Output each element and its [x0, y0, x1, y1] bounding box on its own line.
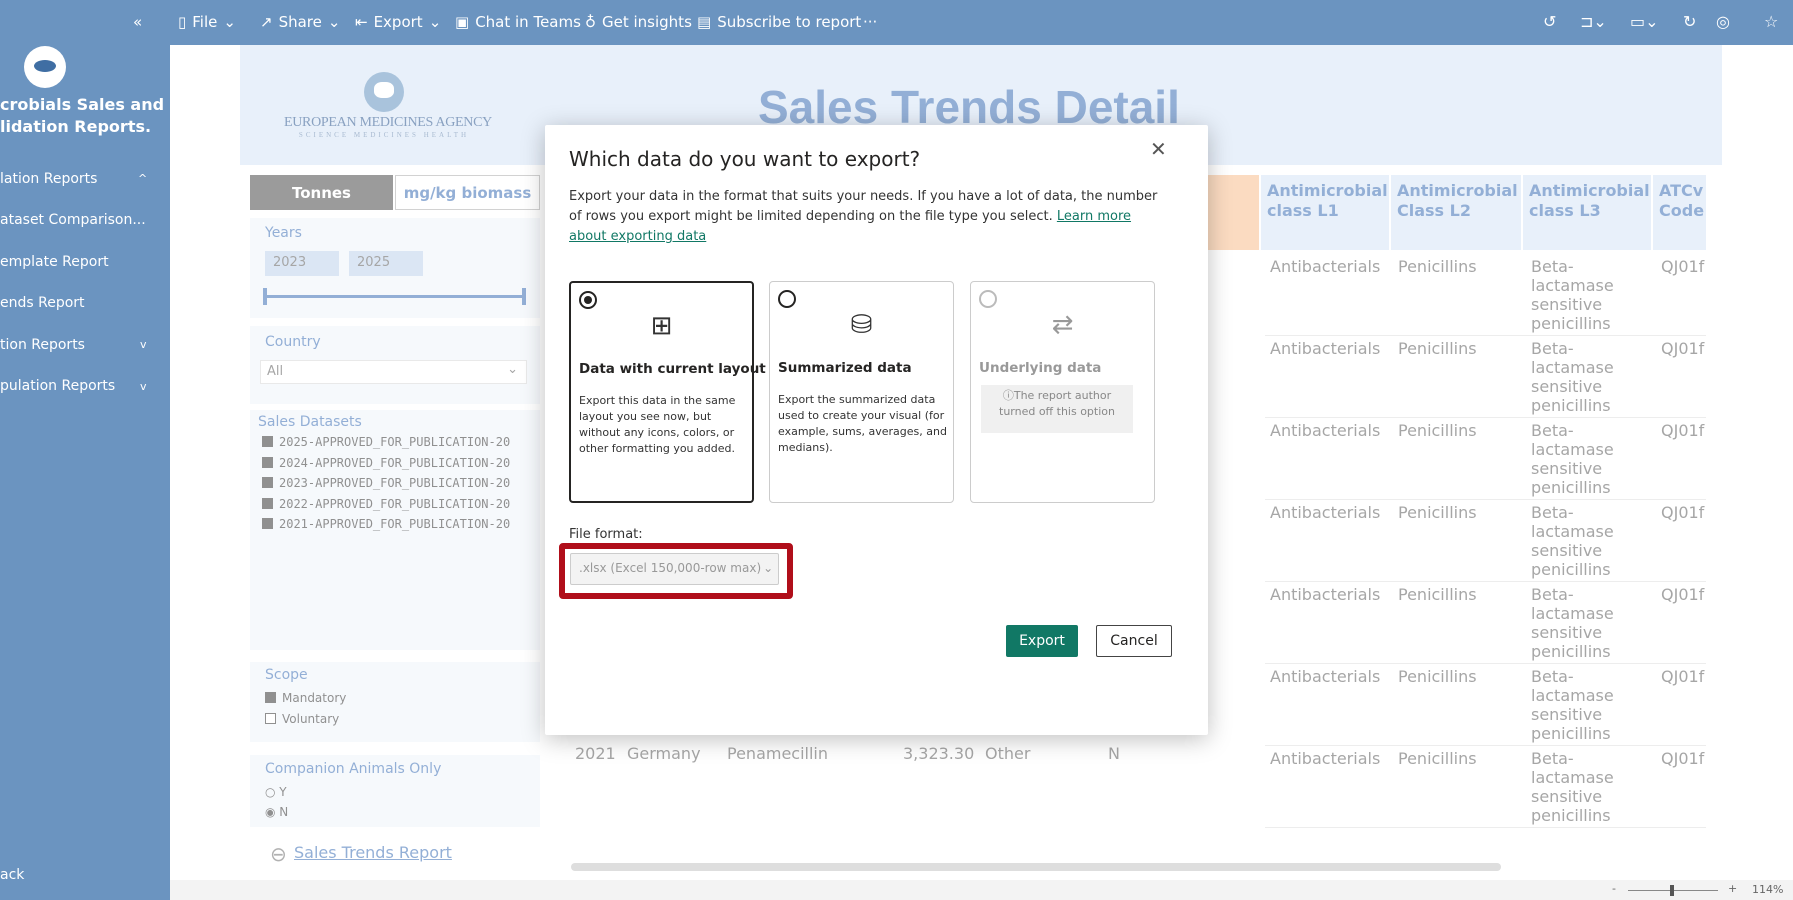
bookmark-icon[interactable]: ⊐⌄ [1580, 12, 1607, 31]
share-menu[interactable]: ↗ Share ⌄ [260, 13, 340, 31]
app-logo-icon [24, 46, 66, 88]
chat-in-teams-button[interactable]: ▣ Chat in Teams [455, 13, 581, 31]
zoom-level[interactable]: 114% [1752, 883, 1783, 896]
file-format-dropdown[interactable]: .xlsx (Excel 150,000-row max) ⌄ [570, 553, 779, 585]
status-bar [170, 880, 1793, 900]
reset-icon[interactable]: ↺ [1543, 12, 1556, 31]
option-underlying-data: ⇄ Underlying data ⓘThe report author tur… [970, 281, 1155, 503]
nav-title-line2: lidation Reports. [0, 117, 152, 136]
nav-item-validation-reports[interactable]: lation Reports [0, 171, 97, 187]
option-current-layout[interactable]: ⊞ Data with current layout Export this d… [569, 281, 766, 503]
zoom-out-button[interactable]: - [1612, 882, 1616, 895]
radio-selected-icon[interactable] [579, 291, 597, 309]
nav-item-distribution-reports[interactable]: tion Reports [0, 337, 85, 353]
chevron-down-icon[interactable]: v [140, 380, 147, 393]
chevron-down-icon[interactable]: v [140, 338, 147, 351]
comment-icon[interactable]: ◎ [1716, 12, 1730, 31]
collapse-nav-icon[interactable]: « [133, 13, 142, 31]
refresh-icon[interactable]: ↻ [1683, 12, 1696, 31]
cancel-button[interactable]: Cancel [1096, 625, 1172, 657]
radio-disabled-icon [979, 290, 997, 308]
chevron-up-icon[interactable]: ^ [138, 172, 147, 185]
close-icon[interactable]: ✕ [1150, 137, 1167, 161]
zoom-in-button[interactable]: + [1728, 882, 1737, 895]
file-icon: ▯ [178, 13, 187, 31]
export-dialog: Which data do you want to export? ✕ Expo… [545, 125, 1208, 735]
top-toolbar: « ▯ File ⌄ ↗ Share ⌄ ⇤ Export ⌄ ▣ Chat in Teams… [0, 0, 1793, 45]
nav-item-template-report[interactable]: emplate Report [0, 254, 109, 270]
dialog-description: Export your data in the format that suit… [569, 189, 1158, 244]
option-summarized-data[interactable]: ⛁ Summarized data Export the summarized … [769, 281, 954, 503]
file-menu[interactable]: ▯ File ⌄ [178, 13, 236, 31]
view-icon[interactable]: ▭⌄ [1630, 12, 1659, 31]
get-insights-button[interactable]: ♁ Get insights [585, 13, 692, 31]
teams-icon: ▣ [455, 13, 470, 31]
disabled-note: ⓘThe report author turned off this optio… [981, 385, 1133, 433]
nav-title-line1: crobials Sales and [0, 95, 165, 114]
more-options-button[interactable]: ··· [863, 13, 877, 31]
subscribe-button[interactable]: ▤ Subscribe to report [697, 13, 861, 31]
subscribe-icon: ▤ [697, 13, 712, 31]
lightbulb-icon: ♁ [585, 13, 596, 31]
nav-item-dataset-comparison[interactable]: ataset Comparison... [0, 212, 146, 228]
file-format-label: File format: [569, 527, 643, 542]
export-icon: ⇤ [355, 13, 368, 31]
zoom-slider-thumb[interactable] [1670, 885, 1674, 896]
data-transfer-icon: ⇄ [1051, 310, 1074, 340]
left-navigation: crobials Sales and lidation Reports. lat… [0, 0, 170, 900]
export-menu[interactable]: ⇤ Export ⌄ [355, 13, 441, 31]
nav-item-population-reports[interactable]: pulation Reports [0, 378, 115, 394]
info-icon: ⓘ [1002, 389, 1014, 402]
database-icon: ⛁ [850, 310, 873, 340]
radio-unselected-icon[interactable] [778, 290, 796, 308]
favorite-star-icon[interactable]: ☆ [1764, 12, 1778, 31]
chevron-down-icon: ⌄ [763, 561, 774, 575]
export-button[interactable]: Export [1006, 625, 1078, 657]
table-grid-icon: ⊞ [650, 311, 673, 341]
nav-item-trends-report[interactable]: ends Report [0, 295, 85, 311]
nav-back[interactable]: ack [0, 867, 24, 883]
share-icon: ↗ [260, 13, 273, 31]
dialog-title: Which data do you want to export? [569, 147, 921, 171]
